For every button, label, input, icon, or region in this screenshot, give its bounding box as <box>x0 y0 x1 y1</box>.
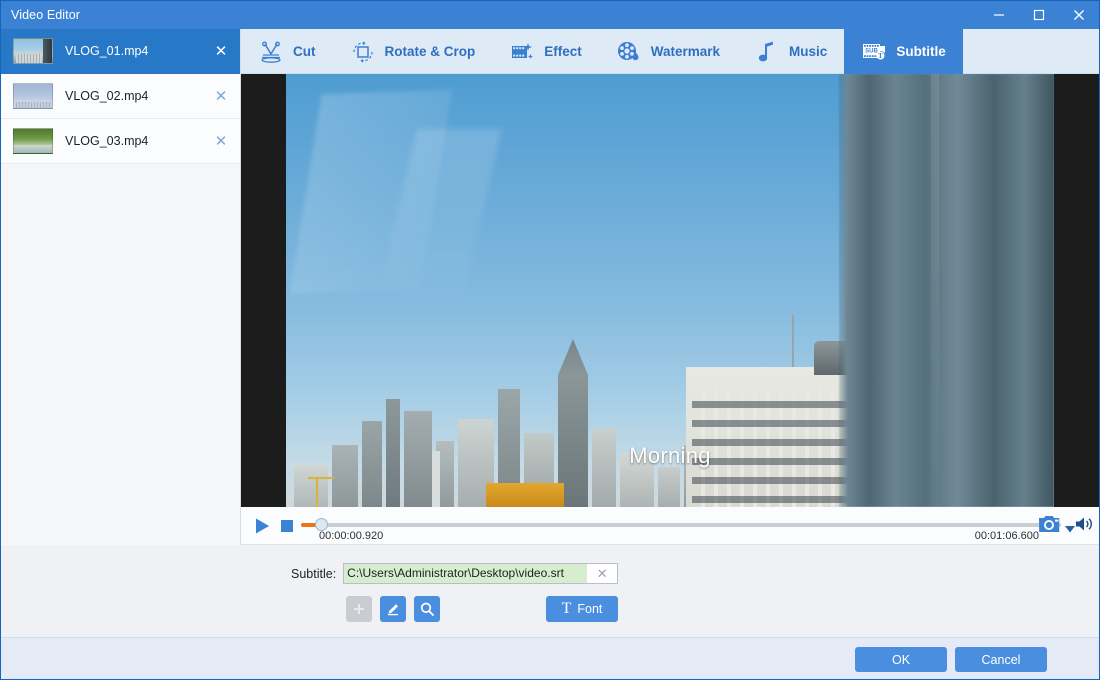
tab-label: Watermark <box>651 44 720 59</box>
effect-icon <box>509 39 535 65</box>
subtitle-controls-area: Subtitle: ✕ <box>1 545 1099 637</box>
stop-button[interactable] <box>281 520 293 532</box>
tab-effect[interactable]: Effect <box>492 29 599 74</box>
tab-label: Music <box>789 44 827 59</box>
remove-file-icon[interactable]: ✕ <box>210 130 232 152</box>
cancel-button[interactable]: Cancel <box>955 647 1047 672</box>
rooftop-mast <box>792 315 794 367</box>
subtitle-icon: SUB T <box>861 39 887 65</box>
svg-text:T: T <box>878 52 883 60</box>
list-item[interactable]: VLOG_01.mp4 ✕ <box>1 29 240 74</box>
font-button-label: Font <box>577 602 602 616</box>
svg-text:SUB: SUB <box>865 48 878 54</box>
font-button[interactable]: T Font <box>546 596 618 622</box>
subtitle-file-row: Subtitle: ✕ <box>291 563 618 584</box>
current-time-label: 00:00:00.920 <box>319 530 383 542</box>
rotate-crop-icon <box>350 39 376 65</box>
snapshot-camera-icon[interactable] <box>1037 513 1063 535</box>
ok-button[interactable]: OK <box>855 647 947 672</box>
tab-label: Effect <box>544 44 582 59</box>
watermark-icon <box>616 39 642 65</box>
tab-music[interactable]: Music <box>737 29 844 74</box>
player-controls: 00:00:00.920 00:01:06.600 <box>241 507 1099 545</box>
minimize-button[interactable] <box>979 1 1019 29</box>
tab-subtitle[interactable]: SUB T Subtitle <box>844 29 963 74</box>
edit-subtitle-button[interactable] <box>380 596 406 622</box>
music-note-icon <box>754 39 780 65</box>
seek-slider[interactable] <box>301 522 1061 528</box>
close-button[interactable] <box>1059 1 1099 29</box>
file-list-sidebar[interactable]: VLOG_01.mp4 ✕ VLOG_02.mp4 ✕ VLOG_03.mp4 … <box>1 29 241 545</box>
video-thumbnail <box>13 83 53 109</box>
maximize-button[interactable] <box>1019 1 1059 29</box>
tab-cut[interactable]: Cut <box>241 29 333 74</box>
video-thumbnail <box>13 128 53 154</box>
window-title: Video Editor <box>1 8 80 22</box>
seek-track <box>301 523 1061 527</box>
video-thumbnail <box>13 38 53 64</box>
tab-label: Rotate & Crop <box>385 44 476 59</box>
total-time-label: 00:01:06.600 <box>975 530 1039 542</box>
tab-label: Subtitle <box>896 44 946 59</box>
play-button[interactable] <box>251 515 273 537</box>
subtitle-path-field[interactable]: ✕ <box>343 563 618 584</box>
list-item[interactable]: VLOG_03.mp4 ✕ <box>1 119 240 164</box>
file-name: VLOG_03.mp4 <box>65 134 210 148</box>
video-frame: Morning <box>286 74 1054 507</box>
window-controls <box>979 1 1099 29</box>
dialog-footer: OK Cancel <box>1 637 1099 679</box>
subtitle-overlay-text: Morning <box>286 443 1054 469</box>
list-item[interactable]: VLOG_02.mp4 ✕ <box>1 74 240 119</box>
chevron-down-icon[interactable] <box>1065 520 1075 538</box>
remove-file-icon[interactable]: ✕ <box>210 40 232 62</box>
subtitle-label: Subtitle: <box>291 567 336 581</box>
remove-file-icon[interactable]: ✕ <box>210 85 232 107</box>
font-t-icon: T <box>562 600 572 618</box>
subtitle-path-input[interactable] <box>344 564 587 583</box>
volume-icon[interactable] <box>1075 515 1095 533</box>
tab-rotate-crop[interactable]: Rotate & Crop <box>333 29 493 74</box>
file-name: VLOG_02.mp4 <box>65 89 210 103</box>
scissors-icon <box>258 39 284 65</box>
video-preview-area[interactable]: Morning <box>241 74 1099 507</box>
search-subtitle-button[interactable] <box>414 596 440 622</box>
add-subtitle-button[interactable] <box>346 596 372 622</box>
clear-subtitle-icon[interactable]: ✕ <box>587 566 617 582</box>
subtitle-action-buttons <box>346 596 440 622</box>
tab-label: Cut <box>293 44 316 59</box>
file-name: VLOG_01.mp4 <box>65 44 210 58</box>
editor-toolbar: Cut Rotate & Crop <box>241 29 1099 74</box>
video-editor-window: Video Editor VLOG_01.mp4 ✕ VLOG_02.mp4 ✕ <box>0 0 1100 680</box>
tab-watermark[interactable]: Watermark <box>599 29 737 74</box>
title-bar: Video Editor <box>1 1 1099 29</box>
